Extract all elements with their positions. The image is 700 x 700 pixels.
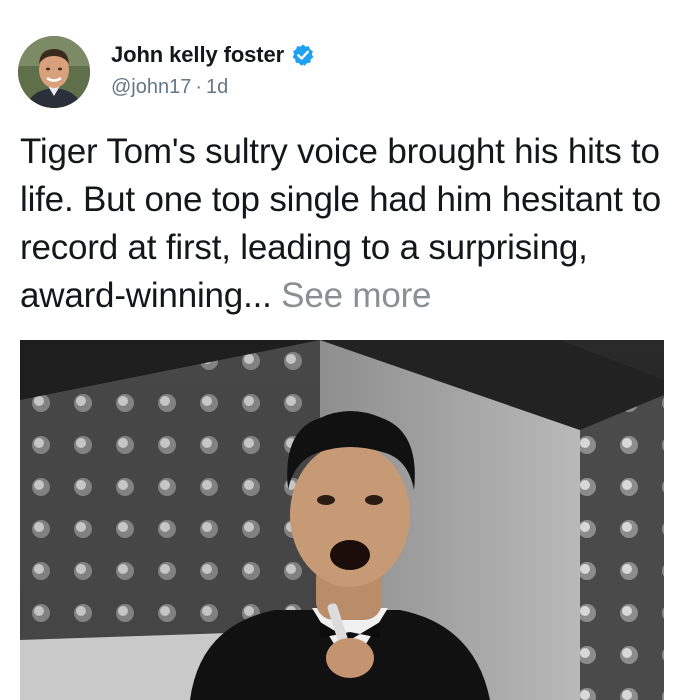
tweet-body: Tiger Tom's sultry voice brought his hit… [20, 128, 685, 320]
tweet-media-image[interactable] [20, 340, 664, 700]
author-handle[interactable]: @john17 [111, 76, 191, 98]
tweet-header: John kelly foster @john17 · 1d [18, 36, 680, 108]
see-more-link[interactable]: See more [281, 276, 431, 315]
verified-badge-icon [291, 43, 315, 67]
tweet-meta: @john17 · 1d [111, 76, 228, 99]
author-display-name[interactable]: John kelly foster [111, 42, 284, 68]
meta-separator: · [195, 76, 203, 98]
tweet-age[interactable]: 1d [206, 76, 228, 98]
avatar[interactable] [18, 36, 90, 108]
author-row: John kelly foster [111, 40, 315, 70]
